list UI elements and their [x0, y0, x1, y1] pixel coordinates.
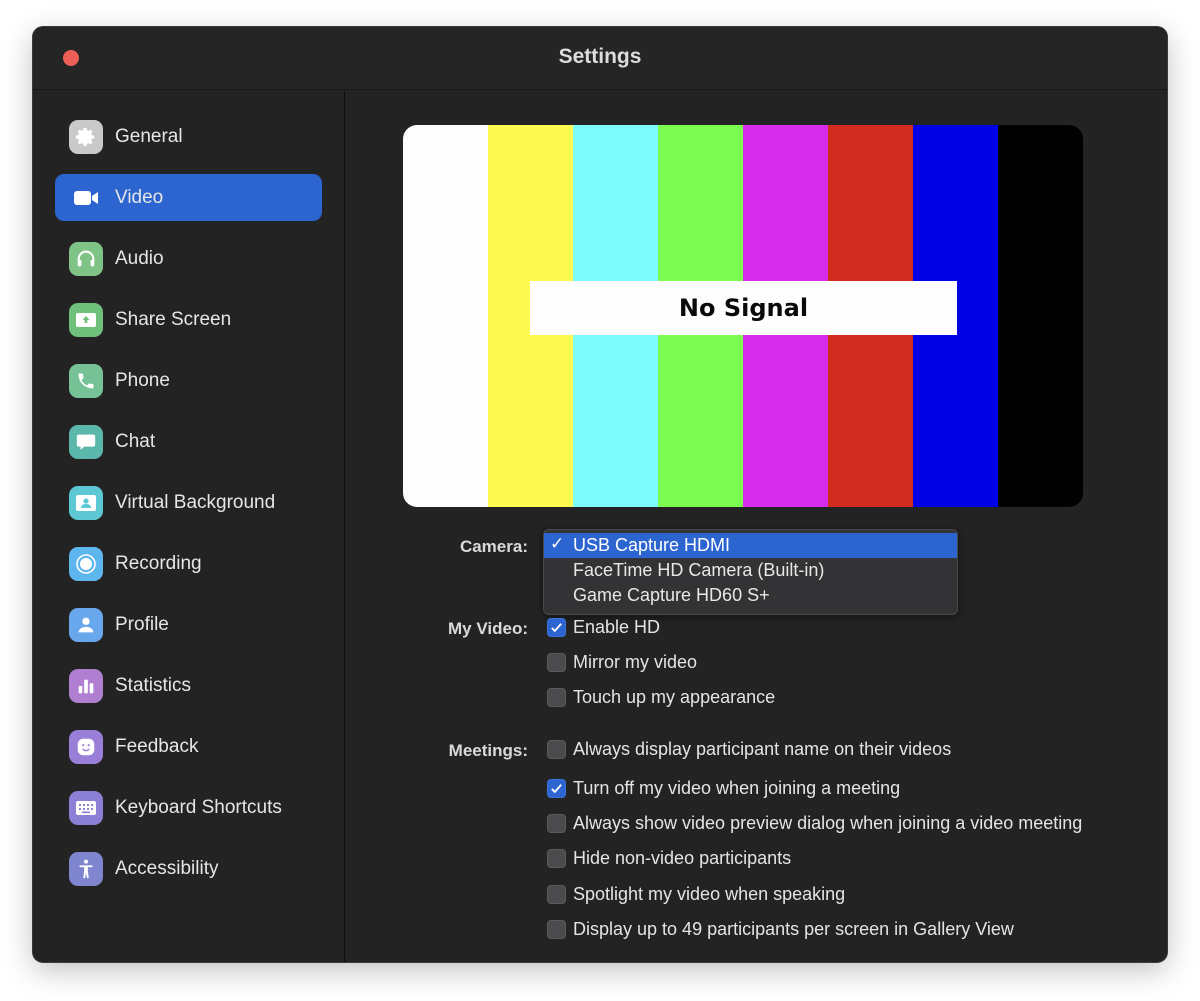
checkmark-icon: ✓ — [550, 534, 565, 553]
camera-option[interactable]: Game Capture HD60 S+ — [544, 583, 957, 608]
sidebar-item-keyboard-shortcuts[interactable]: Keyboard Shortcuts — [55, 784, 322, 831]
meetings-option[interactable]: Always show video preview dialog when jo… — [547, 813, 1082, 834]
gear-icon — [69, 119, 103, 154]
video-preview: No Signal — [403, 125, 1083, 507]
virtual-background-icon — [69, 485, 103, 520]
sidebar-item-label: Feedback — [115, 735, 199, 757]
camera-option-label: USB Capture HDMI — [573, 535, 731, 555]
sidebar-item-general[interactable]: General — [55, 113, 322, 160]
checkbox-label: Touch up my appearance — [573, 687, 776, 707]
checkbox-label: Display up to 49 participants per screen… — [573, 919, 1014, 939]
sidebar: General Video Audio Share Screen Phone Chat Vi… — [33, 91, 345, 962]
checkbox-unchecked[interactable] — [547, 688, 566, 707]
sidebar-item-label: Chat — [115, 430, 156, 452]
sidebar-item-label: Keyboard Shortcuts — [115, 796, 282, 818]
color-bar — [403, 125, 488, 507]
sidebar-item-feedback[interactable]: Feedback — [55, 723, 322, 770]
meetings-option[interactable]: Turn off my video when joining a meeting — [547, 778, 900, 799]
checkmark-icon — [551, 784, 562, 794]
sidebar-item-label: Profile — [115, 613, 169, 635]
video-camera-icon — [69, 181, 103, 215]
accessibility-icon — [69, 851, 103, 886]
checkbox-label: Hide non-video participants — [573, 848, 792, 868]
share-screen-icon — [69, 302, 103, 337]
sidebar-item-label: Statistics — [115, 674, 192, 696]
checkbox-label: Mirror my video — [573, 652, 698, 672]
window-title: Settings — [558, 45, 642, 68]
checkbox-label: Enable HD — [573, 617, 661, 637]
settings-window: Settings General Video Audio Share Screen Ph… — [33, 27, 1167, 962]
no-signal-banner: No Signal — [530, 281, 957, 335]
sidebar-item-label: Accessibility — [115, 857, 219, 879]
checkbox-checked[interactable] — [547, 618, 566, 637]
video-settings-panel: No Signal Camera: ✓ USB Capture HDMI FaceT… — [346, 91, 1167, 962]
checkbox-label: Turn off my video when joining a meeting — [573, 778, 901, 798]
checkmark-icon — [551, 623, 562, 633]
checkbox-unchecked[interactable] — [547, 740, 566, 759]
sidebar-item-label: General — [115, 125, 183, 147]
sidebar-item-label: Audio — [115, 247, 164, 269]
checkbox-label: Always show video preview dialog when jo… — [573, 813, 1083, 833]
phone-icon — [69, 363, 103, 398]
my-video-option[interactable]: Enable HD — [547, 617, 660, 638]
sidebar-item-label: Phone — [115, 369, 170, 391]
meetings-option[interactable]: Spotlight my video when speaking — [547, 884, 845, 905]
sidebar-item-statistics[interactable]: Statistics — [55, 662, 322, 709]
checkbox-label: Spotlight my video when speaking — [573, 884, 846, 904]
sidebar-item-audio[interactable]: Audio — [55, 235, 322, 282]
meetings-option[interactable]: Always display participant name on their… — [547, 739, 951, 760]
checkbox-unchecked[interactable] — [547, 849, 566, 868]
keyboard-icon — [69, 790, 103, 825]
camera-option-label: Game Capture HD60 S+ — [573, 585, 770, 605]
sidebar-item-label: Recording — [115, 552, 202, 574]
checkbox-label: Always display participant name on their… — [573, 739, 952, 759]
color-bar — [998, 125, 1083, 507]
camera-option[interactable]: FaceTime HD Camera (Built-in) — [544, 558, 957, 583]
sidebar-item-chat[interactable]: Chat — [55, 418, 322, 465]
statistics-icon — [69, 668, 103, 703]
meetings-option[interactable]: Hide non-video participants — [547, 848, 791, 869]
checkbox-unchecked[interactable] — [547, 814, 566, 833]
profile-icon — [69, 607, 103, 642]
sidebar-item-share-screen[interactable]: Share Screen — [55, 296, 322, 343]
meetings-option[interactable]: Display up to 49 participants per screen… — [547, 919, 1014, 940]
checkbox-checked[interactable] — [547, 779, 566, 798]
my-video-option[interactable]: Mirror my video — [547, 652, 697, 673]
headphones-icon — [69, 241, 103, 276]
sidebar-item-accessibility[interactable]: Accessibility — [55, 845, 322, 892]
sidebar-item-recording[interactable]: Recording — [55, 540, 322, 587]
title-bar: Settings — [33, 27, 1167, 90]
checkbox-unchecked[interactable] — [547, 653, 566, 672]
sidebar-item-phone[interactable]: Phone — [55, 357, 322, 404]
checkbox-unchecked[interactable] — [547, 885, 566, 904]
chat-bubble-icon — [69, 424, 103, 459]
meetings-label: Meetings: — [448, 741, 528, 760]
camera-label: Camera: — [459, 537, 528, 556]
record-icon — [69, 546, 103, 581]
checkbox-unchecked[interactable] — [547, 920, 566, 939]
sidebar-item-virtual-background[interactable]: Virtual Background — [55, 479, 322, 526]
feedback-smiley-icon — [69, 729, 103, 764]
sidebar-item-profile[interactable]: Profile — [55, 601, 322, 648]
camera-option[interactable]: ✓ USB Capture HDMI — [544, 533, 957, 558]
sidebar-item-label: Virtual Background — [115, 491, 276, 513]
sidebar-item-video[interactable]: Video — [55, 174, 322, 221]
my-video-option[interactable]: Touch up my appearance — [547, 687, 775, 708]
sidebar-item-label: Share Screen — [115, 308, 232, 330]
sidebar-item-label: Video — [115, 186, 164, 208]
my-video-label: My Video: — [448, 619, 528, 638]
camera-option-label: FaceTime HD Camera (Built-in) — [573, 560, 825, 580]
camera-dropdown-menu[interactable]: ✓ USB Capture HDMI FaceTime HD Camera (Bui… — [543, 529, 958, 615]
